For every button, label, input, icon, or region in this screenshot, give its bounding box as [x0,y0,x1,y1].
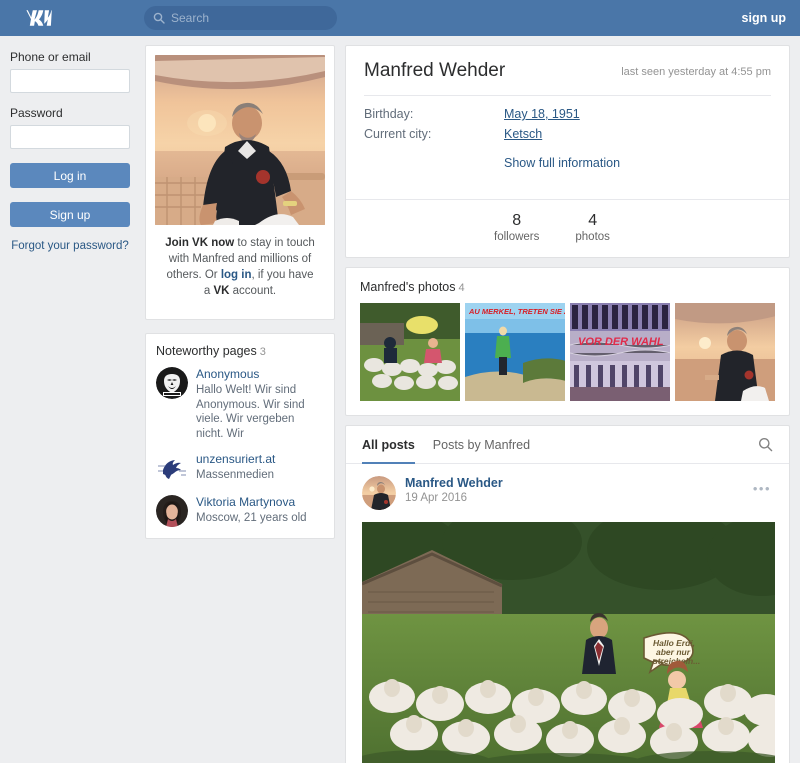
main-content: Manfred Wehder last seen yesterday at 4:… [335,36,790,763]
show-full-information-link[interactable]: Show full information [504,156,620,170]
search-icon [153,12,165,24]
noteworthy-page-desc: Moscow, 21 years old [196,512,307,524]
vk-logo[interactable] [14,0,60,36]
post-author-avatar[interactable] [362,476,396,510]
anonymous-mask-avatar-icon [156,367,188,399]
post-more-options-icon[interactable]: ••• [753,481,771,496]
photo-thumbnail-3[interactable]: VOR DER WAHL [570,303,670,401]
profile-info-list: Birthday: May 18, 1951 Current city: Ket… [346,96,789,186]
profile-photo-card: Join VK now to stay in touch with Manfre… [145,45,335,320]
post-author-name[interactable]: Manfred Wehder [405,476,503,490]
join-vk-promo: Join VK now to stay in touch with Manfre… [155,225,325,310]
photo-thumbnail-2[interactable]: AU MERKEL, TRETEN SIE ZUR [465,303,565,401]
photos-count: 4 [458,282,465,294]
posts-search-icon[interactable] [758,437,773,457]
post-date: 19 Apr 2016 [405,492,468,504]
counter-photos[interactable]: 4 photos [575,212,610,243]
noteworthy-page-name[interactable]: Anonymous [196,367,324,381]
header-signup-link[interactable]: sign up [742,11,786,25]
photos-card: Manfred's photos 4 AU MERKEL, TRETEN SIE… [345,267,790,416]
svg-text:VOR DER WAHL: VOR DER WAHL [578,336,664,348]
counter-label: photos [575,231,610,243]
tab-posts-by-manfred[interactable]: Posts by Manfred [433,426,530,464]
join-vk-brand: VK [213,285,230,297]
join-vk-bold: Join VK now [165,237,235,249]
join-vk-login-link[interactable]: log in [221,269,252,281]
counter-number: 8 [512,212,522,229]
counter-followers[interactable]: 8 followers [494,212,539,243]
password-label: Password [10,106,63,120]
info-key: Birthday: [364,107,414,121]
list-item[interactable]: Viktoria Martynova Moscow, 21 years old [156,495,324,527]
info-row-birthday: Birthday: May 18, 1951 [364,107,771,121]
info-row-current-city: Current city: Ketsch [364,127,771,141]
viktoria-portrait-avatar-icon [156,495,188,527]
profile-counters: 8 followers 4 photos [346,200,789,257]
noteworthy-pages-title: Noteworthy pages [156,344,257,358]
log-in-button[interactable]: Log in [10,163,130,188]
counter-number: 4 [588,212,598,229]
photo-thumbnail-4[interactable] [675,303,775,401]
sign-up-button[interactable]: Sign up [10,202,130,227]
noteworthy-page-desc: Hallo Welt! Wir sind Anonymous. Wir sind… [196,384,305,440]
post-item: Manfred Wehder 19 Apr 2016 ••• Hallo Erd… [346,464,789,763]
posts-tab-bar: All posts Posts by Manfred [346,426,789,464]
svg-text:AU MERKEL, TRETEN SIE ZUR: AU MERKEL, TRETEN SIE ZUR [468,307,565,316]
divider [364,95,771,96]
global-search-box[interactable] [144,6,337,30]
phone-or-email-label: Phone or email [10,50,91,64]
top-navigation-bar: sign up [0,0,800,36]
photo-thumbnail-grid: AU MERKEL, TRETEN SIE ZUR [360,303,775,401]
list-item[interactable]: Anonymous Hallo Welt! Wir sind Anonymous… [156,367,324,441]
tab-all-posts[interactable]: All posts [362,426,415,464]
login-sidebar: Phone or email Password Log in Sign up F… [0,36,145,763]
photos-title: Manfred's photos [360,280,456,294]
post-image[interactable]: Hallo Erdi, aber nur streicheln... [362,522,775,763]
noteworthy-pages-card: Noteworthy pages 3 Anonymous Hallo Welt!… [145,333,335,539]
last-seen-status: last seen yesterday at 4:55 pm [621,66,771,78]
info-value[interactable]: May 18, 1951 [504,107,580,121]
photo-thumbnail-1[interactable] [360,303,460,401]
photos-header: Manfred's photos 4 [360,280,775,294]
info-key: Current city: [364,127,432,141]
noteworthy-page-name[interactable]: Viktoria Martynova [196,495,307,509]
search-input[interactable] [171,11,337,25]
noteworthy-pages-count: 3 [259,346,266,358]
join-vk-end: account. [229,285,277,297]
profile-sidebar: Join VK now to stay in touch with Manfre… [145,36,335,763]
profile-photo[interactable] [155,55,325,225]
phone-or-email-input[interactable] [10,69,130,93]
noteworthy-page-name[interactable]: unzensuriert.at [196,452,275,466]
profile-header-card: Manfred Wehder last seen yesterday at 4:… [345,45,790,258]
unzensuriert-bird-logo-icon [156,452,188,484]
page-body: Phone or email Password Log in Sign up F… [0,36,800,763]
forgot-password-link[interactable]: Forgot your password? [10,240,130,252]
counter-label: followers [494,231,540,243]
noteworthy-pages-header: Noteworthy pages 3 [156,344,324,358]
password-input[interactable] [10,125,130,149]
noteworthy-page-desc: Massenmedien [196,469,274,481]
list-item[interactable]: unzensuriert.at Massenmedien [156,452,324,484]
posts-card: All posts Posts by Manfred Manfred Wehde… [345,425,790,763]
info-value[interactable]: Ketsch [504,127,542,141]
